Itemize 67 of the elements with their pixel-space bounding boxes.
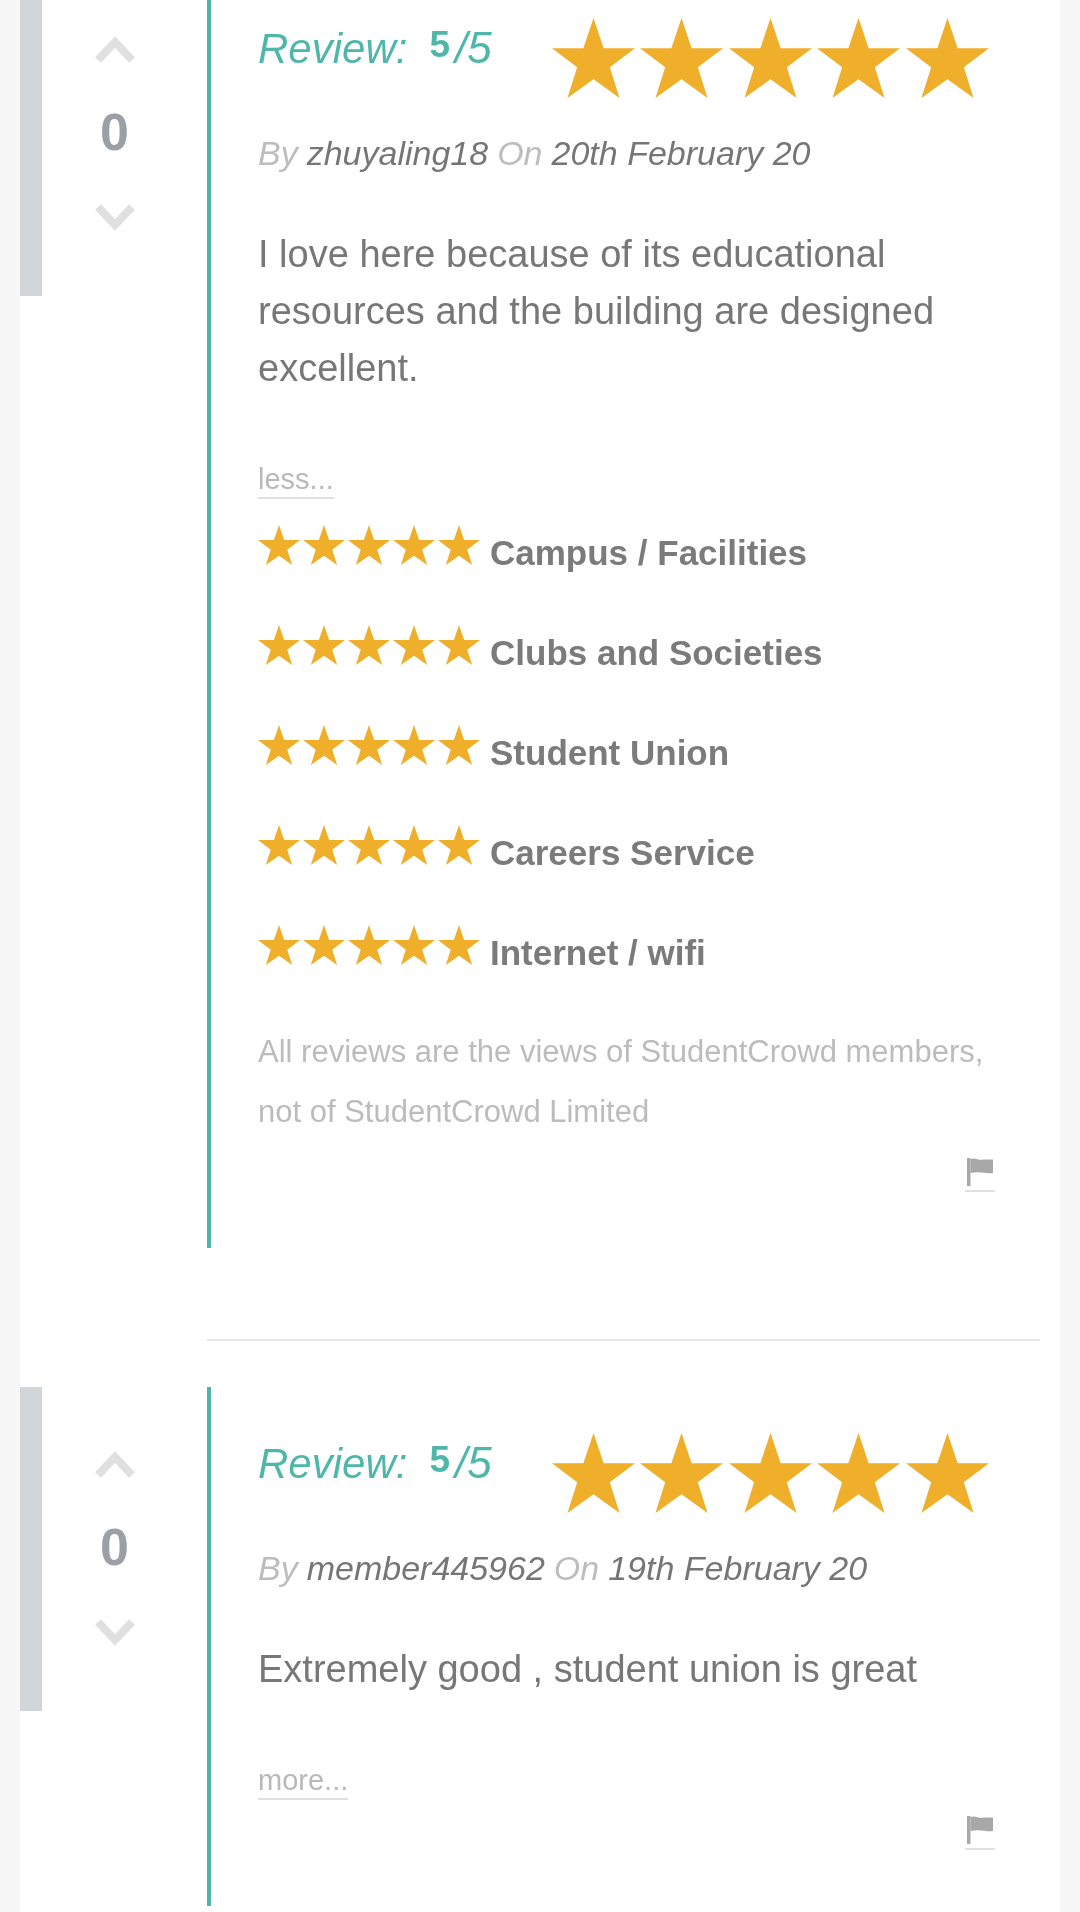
star-icon	[348, 625, 390, 665]
star-icon	[817, 1433, 901, 1513]
category-label: Student Union	[490, 733, 730, 773]
author-name: member445962	[306, 1548, 545, 1588]
review-date: 20th February 20	[551, 133, 811, 173]
chevron-up-icon[interactable]	[93, 36, 136, 64]
star-icon	[258, 925, 300, 965]
review-label: Review:	[258, 24, 408, 74]
disclaimer-text: All reviews are the views of StudentCrowd members, not of StudentCrowd Limited	[258, 1033, 985, 1131]
star-icon	[303, 925, 345, 965]
star-icon	[348, 825, 390, 865]
category-label: Campus / Facilities	[490, 533, 808, 573]
star-icon	[303, 525, 345, 565]
category-label: Clubs and Societies	[490, 633, 823, 673]
by-label: By	[258, 133, 298, 173]
review-scale: /5	[454, 1437, 492, 1489]
star-icon	[438, 925, 480, 965]
vote-count: 0	[100, 106, 129, 158]
review-date: 19th February 20	[608, 1548, 868, 1588]
flag-icon[interactable]	[965, 1156, 995, 1192]
star-icon	[393, 825, 435, 865]
star-icon	[905, 18, 989, 98]
star-icon	[393, 725, 435, 765]
review-score: 5	[429, 23, 450, 67]
star-icon	[303, 625, 345, 665]
star-icon	[640, 18, 724, 98]
review-scale: /5	[454, 22, 492, 74]
star-icon	[817, 18, 901, 98]
review-label: Review:	[258, 1439, 408, 1489]
star-icon	[551, 1433, 635, 1513]
star-icon	[438, 825, 480, 865]
vote-count: 0	[100, 1521, 129, 1573]
star-icon	[393, 525, 435, 565]
star-icon	[438, 525, 480, 565]
toggle-link[interactable]: more...	[258, 1764, 349, 1800]
star-icon	[393, 625, 435, 665]
review-score: 5	[429, 1438, 450, 1482]
chevron-up-icon[interactable]	[93, 1451, 136, 1479]
on-label: On	[497, 133, 543, 173]
chevron-down-icon[interactable]	[93, 1618, 136, 1646]
on-label: On	[553, 1548, 600, 1588]
star-icon	[905, 1433, 989, 1513]
star-icon	[258, 825, 300, 865]
category-label: Careers Service	[490, 833, 755, 873]
star-icon	[393, 925, 435, 965]
star-icon	[258, 725, 300, 765]
star-icon	[438, 725, 480, 765]
author-name: zhuyaling18	[306, 133, 489, 173]
star-icon	[728, 18, 812, 98]
review-text: Extremely good , student union is great	[258, 1647, 919, 1692]
star-icon	[258, 625, 300, 665]
flag-icon[interactable]	[965, 1814, 995, 1850]
review-text: I love here because of its educational resources and the building are designed excellent.	[258, 232, 936, 391]
star-icon	[348, 925, 390, 965]
by-label: By	[258, 1548, 298, 1588]
star-icon	[551, 18, 635, 98]
star-icon	[438, 625, 480, 665]
category-label: Internet / wifi	[490, 933, 706, 973]
chevron-down-icon[interactable]	[93, 203, 136, 231]
star-icon	[728, 1433, 812, 1513]
toggle-link[interactable]: less...	[258, 463, 334, 499]
star-icon	[303, 825, 345, 865]
star-icon	[640, 1433, 724, 1513]
star-icon	[348, 725, 390, 765]
star-icon	[348, 525, 390, 565]
star-icon	[258, 525, 300, 565]
star-icon	[303, 725, 345, 765]
